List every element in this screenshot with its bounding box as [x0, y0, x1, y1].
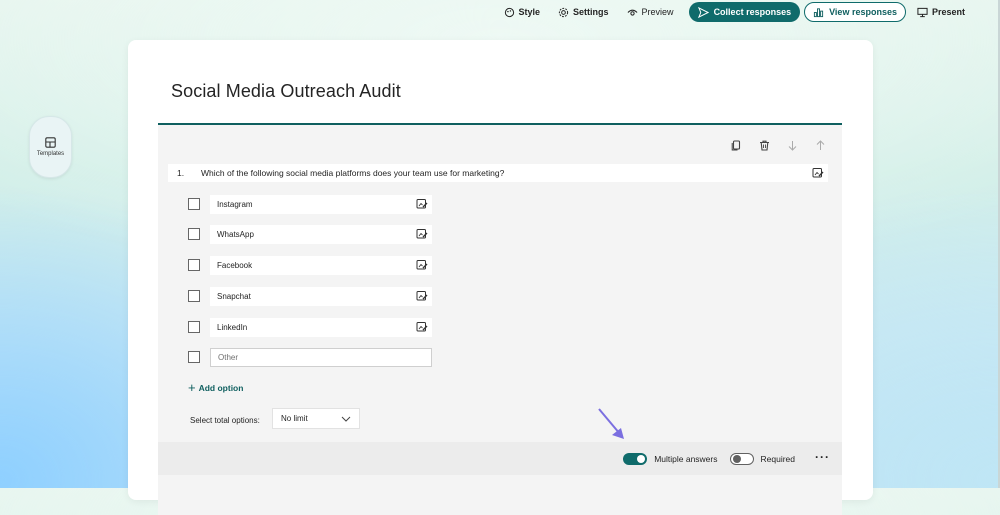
send-icon — [697, 6, 709, 18]
option-checkbox[interactable] — [188, 290, 200, 302]
image-edit-icon[interactable] — [416, 321, 428, 333]
select-total-value: No limit — [281, 414, 308, 423]
option-label: LinkedIn — [217, 322, 248, 332]
form-card: Social Media Outreach Audit 1. Which of … — [128, 40, 873, 515]
option-checkbox[interactable] — [188, 228, 200, 240]
option-row: Snapchat — [188, 286, 432, 306]
settings-label: Settings — [573, 7, 609, 17]
select-total-dropdown[interactable]: No limit — [272, 408, 360, 429]
option-field[interactable]: Snapchat — [210, 286, 432, 306]
option-row: WhatsApp — [188, 224, 432, 244]
settings-button[interactable]: Settings — [551, 2, 616, 22]
option-field[interactable]: Facebook — [210, 255, 432, 275]
option-row: Instagram — [188, 194, 432, 214]
move-down-icon — [788, 140, 796, 151]
option-field[interactable]: Instagram — [210, 194, 432, 214]
question-text-field[interactable]: 1. Which of the following social media p… — [168, 164, 828, 182]
option-checkbox[interactable] — [188, 198, 200, 210]
option-checkbox[interactable] — [188, 259, 200, 271]
delete-question-button[interactable] — [756, 137, 772, 153]
templates-icon — [45, 137, 56, 148]
move-down-button[interactable] — [784, 137, 800, 153]
option-label: Instagram — [217, 199, 253, 209]
style-button[interactable]: Style — [497, 2, 548, 22]
move-up-button[interactable] — [812, 137, 828, 153]
image-edit-icon[interactable] — [416, 198, 428, 210]
question-footer: Multiple answers Required ··· — [158, 442, 842, 475]
other-option-placeholder: Other — [218, 352, 239, 362]
view-responses-label: View responses — [829, 7, 897, 17]
collect-responses-button[interactable]: Collect responses — [688, 2, 801, 22]
multiple-answers-label: Multiple answers — [654, 453, 718, 464]
plus-icon: + — [188, 380, 196, 395]
image-edit-icon[interactable] — [416, 259, 428, 271]
image-edit-icon[interactable] — [416, 290, 428, 302]
option-checkbox[interactable] — [188, 321, 200, 333]
question-card[interactable]: 1. Which of the following social media p… — [158, 123, 842, 515]
multiple-answers-toggle[interactable] — [623, 452, 648, 465]
chart-icon — [814, 7, 824, 17]
templates-button[interactable]: Templates — [29, 116, 72, 178]
more-icon[interactable]: ··· — [815, 451, 830, 467]
option-row: LinkedIn — [188, 317, 432, 337]
image-edit-icon[interactable] — [416, 228, 428, 240]
annotation-arrow — [598, 408, 624, 439]
copy-question-button[interactable] — [728, 137, 744, 153]
image-edit-icon[interactable] — [812, 167, 824, 179]
question-text: Which of the following social media plat… — [201, 168, 505, 178]
option-label: Snapchat — [217, 291, 251, 301]
delete-icon — [759, 140, 769, 151]
question-toolbar — [728, 137, 828, 153]
style-label: Style — [518, 7, 541, 17]
option-row: Facebook — [188, 255, 432, 275]
option-label: Facebook — [217, 260, 253, 270]
copy-icon — [731, 139, 740, 150]
collect-responses-label: Collect responses — [713, 7, 792, 17]
present-button[interactable]: Present — [910, 2, 972, 22]
option-field[interactable]: LinkedIn — [210, 317, 432, 337]
chevron-down-icon — [341, 416, 351, 422]
preview-button[interactable]: Preview — [620, 2, 681, 22]
option-checkbox[interactable] — [188, 351, 200, 363]
option-label: WhatsApp — [217, 229, 254, 239]
question-number: 1. — [177, 168, 185, 178]
add-option-button[interactable]: + Add option — [188, 381, 243, 394]
option-field[interactable]: WhatsApp — [210, 224, 432, 244]
preview-label: Preview — [641, 7, 674, 17]
top-toolbar: Style Settings Preview Collect responses… — [0, 0, 1000, 24]
style-icon — [504, 7, 514, 17]
add-option-label: Add option — [198, 382, 244, 393]
move-up-icon — [816, 139, 824, 150]
templates-label: Templates — [36, 151, 65, 157]
preview-icon — [627, 9, 637, 16]
form-title[interactable]: Social Media Outreach Audit — [171, 81, 401, 102]
option-row-other: Other — [188, 347, 432, 367]
view-responses-button[interactable]: View responses — [804, 2, 906, 22]
required-label: Required — [760, 453, 796, 464]
select-total-label: Select total options: — [190, 416, 260, 425]
required-toggle[interactable] — [729, 452, 754, 465]
other-option-field[interactable]: Other — [210, 347, 432, 367]
settings-icon — [558, 7, 569, 17]
present-label: Present — [931, 7, 965, 17]
present-icon — [917, 7, 928, 17]
